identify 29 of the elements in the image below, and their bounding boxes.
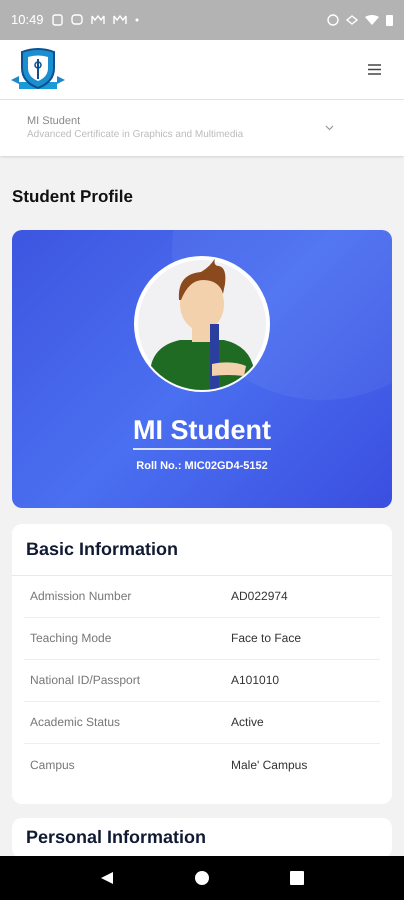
program-name: Advanced Certificate in Graphics and Multimedia: [27, 128, 244, 142]
field-label: National ID/Passport: [29, 672, 142, 689]
field-value: A101010: [231, 672, 280, 689]
chevron-down-icon: [325, 125, 334, 131]
home-icon[interactable]: [194, 871, 209, 885]
field-value: Active: [231, 714, 264, 731]
recents-icon[interactable]: [290, 871, 304, 885]
section-title: Basic Information: [12, 524, 392, 576]
field-label: Campus: [29, 756, 76, 774]
profile-name: MI Student: [133, 414, 271, 450]
roll-number: Roll No.: MIC02GD4-5152: [136, 458, 268, 474]
battery-icon: [386, 14, 393, 26]
mail-icon: [112, 14, 127, 26]
status-time: 10:49: [11, 11, 44, 30]
field-label: Teaching Mode: [29, 630, 112, 647]
page-title: Student Profile: [12, 186, 134, 208]
wifi-icon: [365, 15, 379, 25]
program-selector[interactable]: MI Student Advanced Certificate in Graphics and Multimedia: [0, 100, 404, 156]
dot-icon: [134, 18, 139, 22]
section-title: Personal Information: [26, 826, 208, 848]
menu-icon: [368, 64, 380, 75]
student-name: MI Student: [27, 114, 82, 128]
field-value: AD022974: [231, 588, 288, 605]
back-icon[interactable]: [100, 871, 114, 885]
field-label: Admission Number: [29, 588, 132, 605]
field-value: Face to Face: [231, 630, 302, 647]
field-value: Male' Campus: [231, 756, 308, 774]
mail-icon: [90, 14, 105, 26]
field-label: Academic Status: [29, 714, 122, 731]
